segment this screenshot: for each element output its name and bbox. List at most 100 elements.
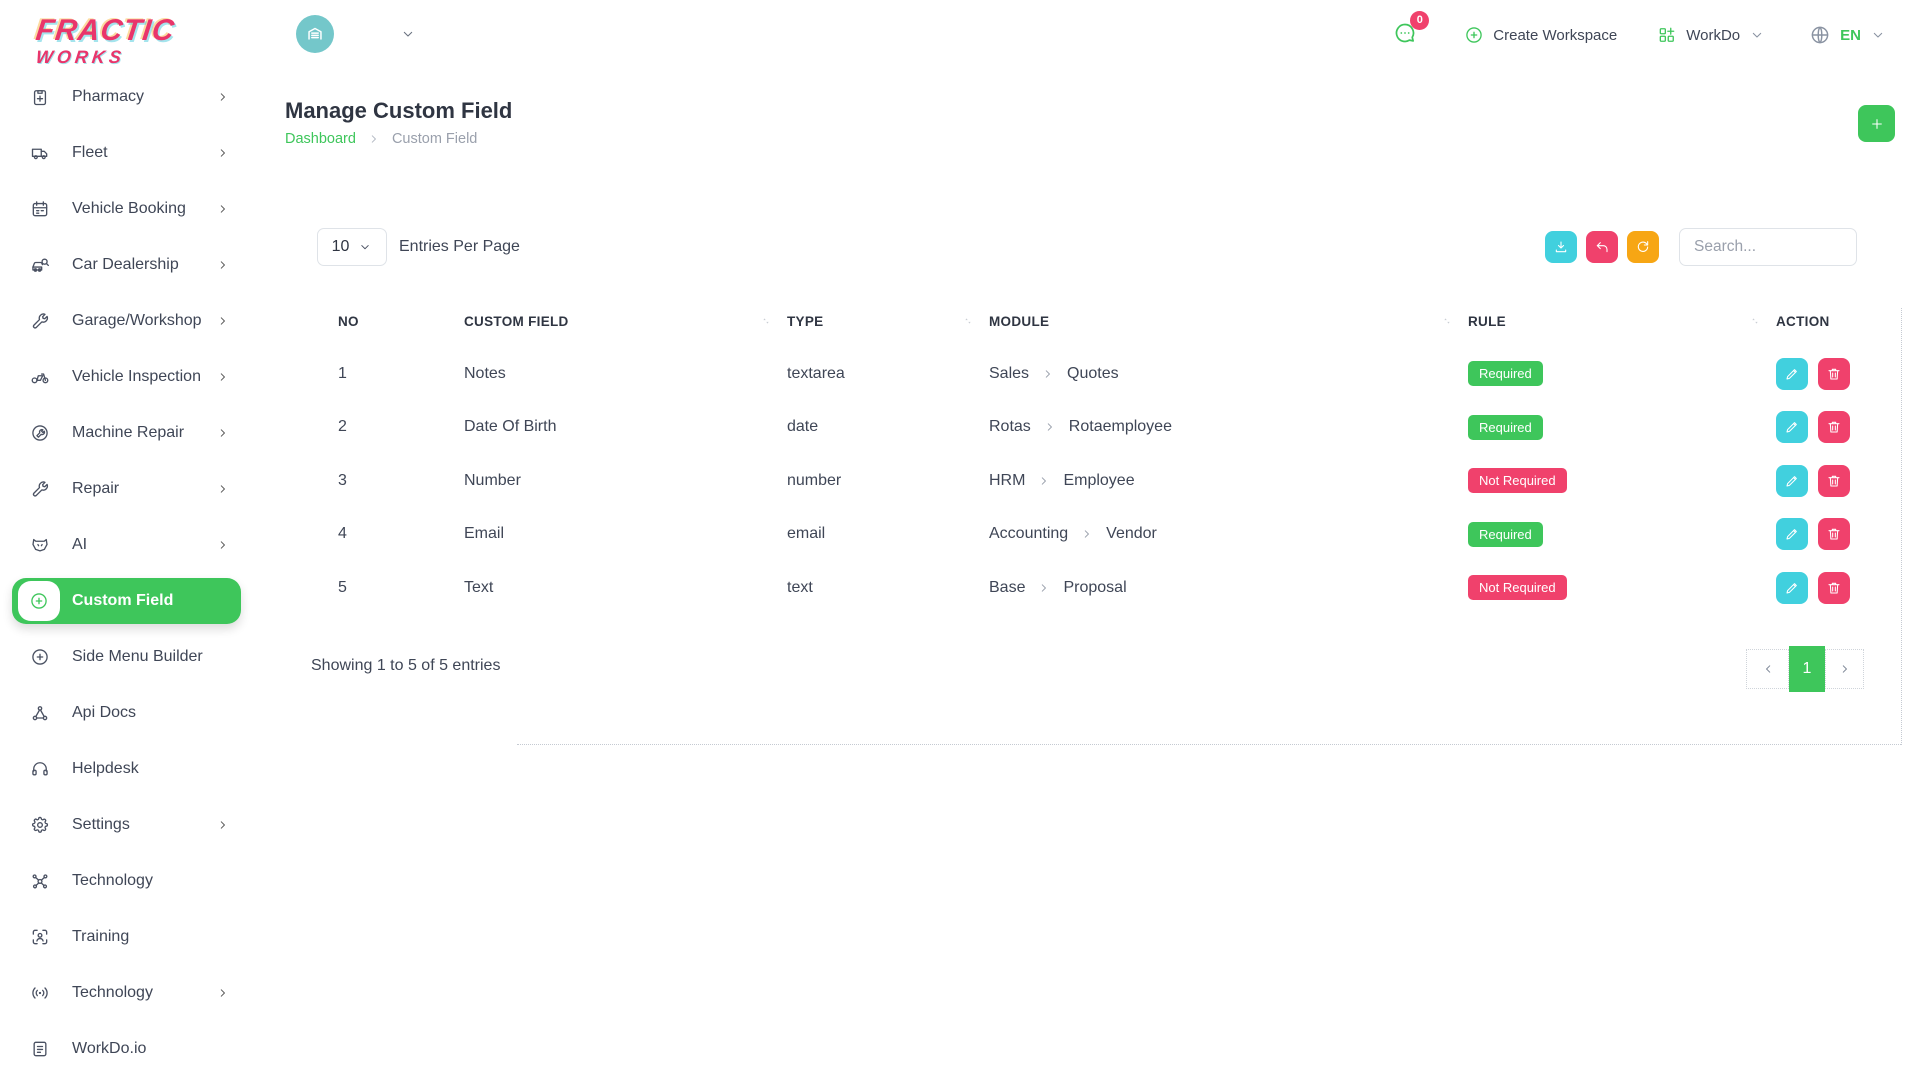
brand-logo[interactable]: FRACTIC WORKS [36, 16, 175, 66]
showing-entries-text: Showing 1 to 5 of 5 entries [311, 657, 500, 675]
language-selector[interactable]: EN [1809, 24, 1886, 46]
trash-icon [1826, 419, 1842, 435]
sidebar-item-custom-field[interactable]: Custom Field [0, 573, 258, 629]
rule-badge: Required [1468, 415, 1543, 440]
workspace-avatar[interactable] [296, 15, 334, 53]
sidebar-item-garage-workshop[interactable]: Garage/Workshop [0, 293, 258, 349]
sidebar-item-label: Helpdesk [72, 760, 139, 778]
cell-type: email [787, 525, 989, 543]
table-row: 5TexttextBaseProposalNot Required [338, 561, 1901, 615]
module-parent: Rotas [989, 418, 1031, 436]
sidebar-item-training[interactable]: Training [0, 909, 258, 965]
chevron-right-icon [1041, 367, 1055, 381]
chevron-right-icon [1080, 527, 1094, 541]
delete-button[interactable] [1818, 572, 1850, 604]
sidebar-item-ai[interactable]: AI [0, 517, 258, 573]
pagination-next-button[interactable] [1825, 649, 1864, 689]
sidebar-item-technology[interactable]: Technology [0, 965, 258, 1021]
cell-no: 2 [338, 418, 464, 436]
search-input[interactable] [1679, 228, 1857, 266]
message-count-badge: 0 [1410, 11, 1429, 30]
undo-button[interactable] [1586, 231, 1618, 263]
pagination-prev-button[interactable] [1746, 649, 1789, 689]
cell-custom-field: Date Of Birth [464, 418, 787, 436]
chevron-down-icon [358, 240, 372, 254]
sort-icon [1748, 314, 1762, 328]
plus-circle-icon [29, 591, 49, 611]
sidebar-item-fleet[interactable]: Fleet [0, 125, 258, 181]
sidebar-item-helpdesk[interactable]: Helpdesk [0, 741, 258, 797]
language-code: EN [1840, 27, 1861, 44]
column-header-custom-field[interactable]: CUSTOM FIELD [464, 314, 787, 329]
cell-type: number [787, 472, 989, 490]
sidebar-item-label: Garage/Workshop [72, 312, 202, 330]
machine-repair-icon [30, 423, 50, 443]
chevron-right-icon [367, 132, 381, 146]
edit-button[interactable] [1776, 572, 1808, 604]
add-custom-field-button[interactable] [1858, 105, 1895, 142]
cell-custom-field: Number [464, 472, 787, 490]
sidebar-item-vehicle-inspection[interactable]: Vehicle Inspection [0, 349, 258, 405]
table-row: 2Date Of BirthdateRotasRotaemployeeRequi… [338, 401, 1901, 455]
sidebar-item-technology[interactable]: Technology [0, 853, 258, 909]
delete-button[interactable] [1818, 411, 1850, 443]
workspace-chevron-down-icon[interactable] [400, 26, 416, 42]
edit-button[interactable] [1776, 465, 1808, 497]
workdo-menu-button[interactable]: WorkDo [1657, 25, 1765, 45]
module-parent: Accounting [989, 525, 1068, 543]
doc-report-icon [30, 1039, 50, 1059]
pagination-page-1[interactable]: 1 [1789, 646, 1825, 692]
active-icon-box [18, 581, 60, 621]
sidebar-item-api-docs[interactable]: Api Docs [0, 685, 258, 741]
rule-badge: Not Required [1468, 468, 1567, 493]
edit-button[interactable] [1776, 358, 1808, 390]
sidebar-item-label: Machine Repair [72, 424, 184, 442]
cell-rule: Required [1468, 522, 1776, 547]
sidebar-item-label: Car Dealership [72, 256, 179, 274]
sidebar-item-car-dealership[interactable]: Car Dealership [0, 237, 258, 293]
entries-per-page-select[interactable]: 10 [317, 228, 387, 266]
sidebar-item-side-menu-builder[interactable]: Side Menu Builder [0, 629, 258, 685]
sidebar-item-machine-repair[interactable]: Machine Repair [0, 405, 258, 461]
car-search-icon [30, 255, 50, 275]
delete-button[interactable] [1818, 358, 1850, 390]
cell-action [1776, 518, 1901, 550]
column-header-type[interactable]: TYPE [787, 314, 989, 329]
sidebar-item-repair[interactable]: Repair [0, 461, 258, 517]
sidebar-item-workdo-io[interactable]: WorkDo.io [0, 1021, 258, 1077]
plus-icon [1869, 116, 1885, 132]
sidebar-item-pharmacy[interactable]: Pharmacy [0, 69, 258, 125]
chevron-down-icon [1749, 27, 1765, 43]
table-row: 3NumbernumberHRMEmployeeNot Required [338, 454, 1901, 508]
delete-button[interactable] [1818, 465, 1850, 497]
trash-icon [1826, 366, 1842, 382]
column-header-module[interactable]: MODULE [989, 314, 1468, 329]
edit-button[interactable] [1776, 518, 1808, 550]
breadcrumb-dashboard-link[interactable]: Dashboard [285, 131, 356, 147]
trash-icon [1826, 526, 1842, 542]
workdo-label: WorkDo [1686, 27, 1740, 44]
delete-button[interactable] [1818, 518, 1850, 550]
edit-button[interactable] [1776, 411, 1808, 443]
chevron-right-icon [1838, 662, 1852, 676]
undo-icon [1594, 239, 1610, 255]
breadcrumb-current: Custom Field [392, 131, 477, 147]
sidebar-item-vehicle-booking[interactable]: Vehicle Booking [0, 181, 258, 237]
trash-icon [1826, 580, 1842, 596]
module-child: Rotaemployee [1069, 418, 1172, 436]
column-header-rule[interactable]: RULE [1468, 314, 1776, 329]
cell-rule: Not Required [1468, 575, 1776, 600]
cell-no: 1 [338, 365, 464, 383]
sort-icon [1440, 314, 1454, 328]
export-button[interactable] [1545, 231, 1577, 263]
messages-button[interactable]: 0 [1392, 20, 1418, 51]
sidebar-item-settings[interactable]: Settings [0, 797, 258, 853]
sidebar-item-label: Settings [72, 816, 130, 834]
chevron-right-icon [1037, 474, 1051, 488]
column-header-no: NO [338, 314, 464, 329]
refresh-button[interactable] [1627, 231, 1659, 263]
sidebar-item-label: Side Menu Builder [72, 648, 203, 666]
create-workspace-button[interactable]: Create Workspace [1464, 25, 1617, 45]
plus-circle-icon [30, 647, 50, 667]
cell-no: 3 [338, 472, 464, 490]
